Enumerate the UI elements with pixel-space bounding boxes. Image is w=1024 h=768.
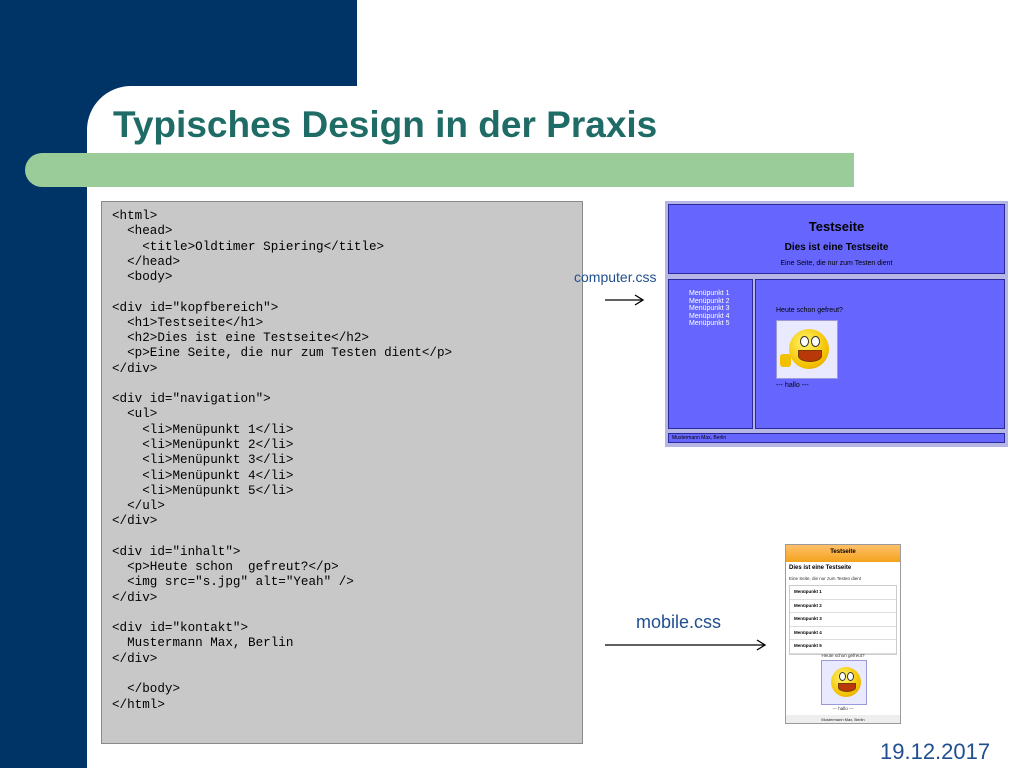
preview-footer: Mustermann Max, Berlin <box>672 435 727 441</box>
mobile-header: Testseite <box>786 545 900 562</box>
code-line: <body> <box>112 270 173 285</box>
code-line: </div> <box>112 651 158 666</box>
code-line: <html> <box>112 209 158 223</box>
mobile-menu-list: Menüpunkt 1 Menüpunkt 2 Menüpunkt 3 Menü… <box>789 585 897 655</box>
preview-h1: Testseite <box>808 219 865 234</box>
code-line: <p>Eine Seite, die nur zum Testen dient<… <box>112 346 453 361</box>
code-line: </body> <box>112 682 181 697</box>
slide-title: Typisches Design in der Praxis <box>113 104 658 145</box>
code-line: <li>Menüpunkt 1</li> <box>112 422 294 437</box>
code-line: <div id="kontakt"> <box>112 621 249 636</box>
code-line: </div> <box>112 590 158 605</box>
code-line: <li>Menüpunkt 5</li> <box>112 483 294 498</box>
smiley-face-icon <box>789 329 829 369</box>
mobile-menu-item: Menüpunkt 3 <box>790 613 896 627</box>
computer-arrow-icon <box>605 294 645 306</box>
preview-hallo: --- hallo --- <box>776 382 809 389</box>
preview-question: Heute schon gefreut? <box>776 307 843 314</box>
html-code-listing: <html> <head> <title>Oldtimer Spiering</… <box>101 201 583 744</box>
code-line: </ul> <box>112 499 165 514</box>
preview-content-box: Heute schon gefreut? --- hallo --- <box>755 279 1005 429</box>
mobile-menu-item: Menüpunkt 2 <box>790 600 896 613</box>
preview-menu-item: Menüpunkt 1 <box>689 290 730 297</box>
code-line: <li>Menüpunkt 4</li> <box>112 468 294 483</box>
computer-css-label: computer.css <box>574 269 657 285</box>
code-line: </div> <box>112 361 158 376</box>
mobile-hallo: --- hallo --- <box>832 706 854 711</box>
slide-date: 19.12.2017 <box>880 739 991 764</box>
mobile-paragraph: Eine Seite, die nur zum Testen dient <box>789 576 861 581</box>
mobile-layout-preview: Testseite Dies ist eine Testseite Eine S… <box>785 544 901 724</box>
preview-menu-item: Menüpunkt 2 <box>689 297 730 305</box>
mobile-css-label: mobile.css <box>636 612 722 632</box>
code-line: <ul> <box>112 407 158 422</box>
code-line: Mustermann Max, Berlin <box>112 636 294 651</box>
code-line: <li>Menüpunkt 2</li> <box>112 437 294 452</box>
code-line: <title>Oldtimer Spiering</title> <box>112 239 385 254</box>
title-underline-bar <box>25 153 854 187</box>
code-line: </div> <box>112 514 158 529</box>
code-line: </head> <box>112 254 181 269</box>
preview-menu-list: Menüpunkt 1 Menüpunkt 2 Menüpunkt 3 Menü… <box>689 290 729 328</box>
code-line: <h1>Testseite</h1> <box>112 315 264 330</box>
mobile-question: Heute schon gefreut? <box>821 653 865 658</box>
code-line: <head> <box>112 224 173 239</box>
mobile-menu-item: Menüpunkt 1 <box>790 586 896 600</box>
preview-h2: Dies ist eine Testseite <box>784 242 889 253</box>
code-line: </html> <box>112 697 165 712</box>
code-line: <div id="navigation"> <box>112 392 271 407</box>
preview-navigation-box: Menüpunkt 1 Menüpunkt 2 Menüpunkt 3 Menü… <box>668 279 753 429</box>
preview-header-box: Testseite Dies ist eine Testseite Eine S… <box>668 204 1005 274</box>
smiley-face-icon <box>831 667 861 697</box>
code-line: <div id="inhalt"> <box>112 544 241 559</box>
smiley-image <box>776 320 838 379</box>
code-line: <img src="s.jpg" alt="Yeah" /> <box>112 575 354 590</box>
mobile-footer: Mustermann Max, Berlin <box>786 715 900 723</box>
mobile-smiley-image <box>821 660 867 705</box>
mobile-h2: Dies ist eine Testseite <box>789 565 852 571</box>
mobile-arrow-icon <box>605 639 767 651</box>
computer-layout-preview: Testseite Dies ist eine Testseite Eine S… <box>665 201 1008 447</box>
preview-footer-box: Mustermann Max, Berlin <box>668 433 1005 443</box>
code-line: <h2>Dies ist eine Testseite</h2> <box>112 331 369 346</box>
code-line: <div id="kopfbereich"> <box>112 300 279 315</box>
code-line: <p>Heute schon gefreut?</p> <box>112 560 339 575</box>
preview-menu-item: Menüpunkt 3 <box>689 305 730 313</box>
thumbs-up-icon <box>780 354 791 367</box>
mobile-menu-item: Menüpunkt 4 <box>790 627 896 640</box>
code-line: <li>Menüpunkt 3</li> <box>112 453 294 468</box>
preview-menu-item: Menüpunkt 5 <box>689 320 730 328</box>
preview-paragraph: Eine Seite, die nur zum Testen dient <box>780 260 893 267</box>
mobile-menu-item: Menüpunkt 5 <box>790 640 896 654</box>
preview-menu-item: Menüpunkt 4 <box>689 312 730 320</box>
